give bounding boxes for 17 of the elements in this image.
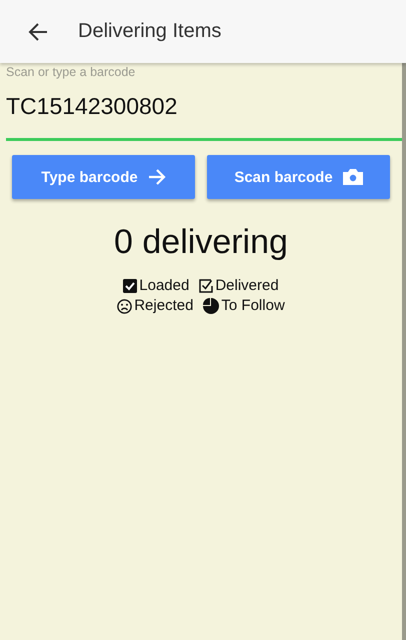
sad-face-icon — [117, 298, 132, 314]
screen-title: Delivering Items — [78, 20, 222, 43]
scan-barcode-button[interactable]: Scan barcode — [207, 155, 390, 199]
legend-label: Delivered — [215, 276, 279, 296]
back-arrow-icon[interactable] — [28, 22, 48, 40]
arrow-right-icon — [148, 169, 166, 185]
camera-icon — [342, 169, 363, 185]
checked-box-icon — [123, 279, 138, 293]
legend-label: Loaded — [139, 276, 190, 296]
legend-label: Rejected — [134, 296, 194, 316]
field-label: Scan or type a barcode — [6, 65, 136, 79]
type-barcode-button[interactable]: Type barcode — [12, 155, 195, 199]
checkbox-outline-icon — [199, 279, 214, 293]
legend-label: To Follow — [221, 296, 285, 316]
pie-chart-icon — [203, 298, 220, 314]
delivering-count: 0 delivering — [113, 223, 289, 262]
barcode-field[interactable]: TC15142300802 — [6, 79, 402, 141]
